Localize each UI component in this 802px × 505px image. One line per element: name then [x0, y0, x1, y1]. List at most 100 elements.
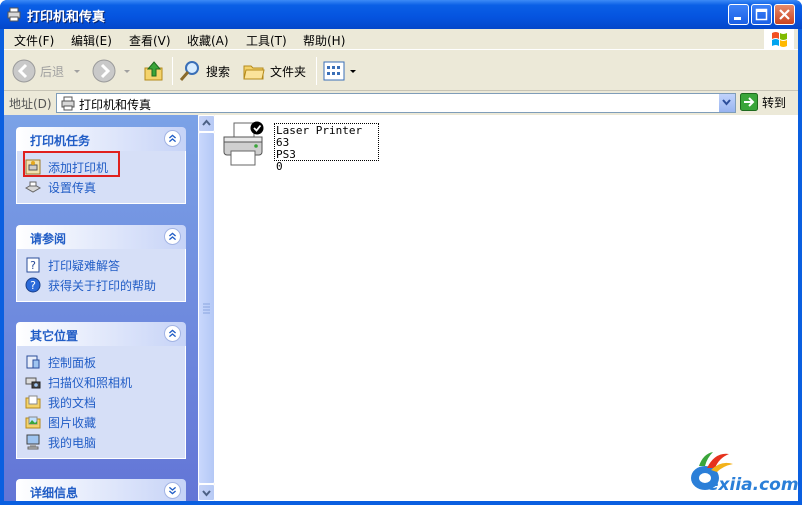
my-computer-icon [26, 434, 40, 450]
printer-fax-icon [61, 96, 75, 111]
toolbar: 后退 搜索 文件夹 [4, 51, 798, 91]
address-value: 打印机和传真 [79, 98, 152, 112]
maximize-button[interactable] [751, 4, 772, 25]
toolbar-separator [316, 57, 317, 85]
collapse-icon[interactable] [164, 130, 181, 147]
folders-button[interactable]: 文件夹 [242, 57, 306, 85]
menu-file[interactable]: 文件(F) [14, 32, 54, 49]
title-bar[interactable]: 打印机和传真 [0, 0, 802, 29]
task-setup-fax[interactable]: 设置传真 [25, 177, 185, 197]
task-add-printer-label: 添加打印机 [48, 160, 109, 175]
see-also-body: ? 打印疑难解答 ? 获得关于打印的帮助 [16, 249, 186, 302]
menu-edit[interactable]: 编辑(E) [71, 32, 112, 49]
search-label: 搜索 [206, 64, 231, 79]
windows-logo-icon [764, 29, 794, 50]
menu-help[interactable]: 帮助(H) [303, 32, 345, 49]
views-button[interactable] [322, 57, 358, 85]
collapse-icon[interactable] [164, 228, 181, 245]
place-my-pictures[interactable]: 图片收藏 [25, 412, 185, 432]
back-button[interactable]: 后退 [12, 57, 82, 85]
address-dropdown-button[interactable] [718, 94, 735, 112]
svg-text:?: ? [30, 279, 36, 292]
close-button[interactable] [774, 4, 795, 25]
other-places-panel: 其它位置 控制面板 扫描仪和照相机 我的文档 图片收藏 我的电脑 [16, 322, 186, 459]
scroll-up-button[interactable] [198, 115, 215, 132]
task-pane: 打印机任务 添加打印机 设置传真 请参阅 ? 打印疑难解答 ? 获得关于打印的帮… [4, 115, 198, 501]
up-folder-button[interactable] [142, 57, 166, 85]
printer-label-line1: Laser Printer 63 [276, 124, 363, 149]
minimize-icon [734, 17, 741, 20]
task-pane-scrollbar[interactable] [198, 115, 215, 501]
printer-icon [223, 121, 264, 166]
go-button[interactable]: 转到 [740, 93, 786, 111]
printer-item[interactable]: Laser Printer 63 PS3 0 [220, 119, 379, 173]
place-my-documents[interactable]: 我的文档 [25, 392, 185, 412]
expand-icon[interactable] [164, 482, 181, 499]
other-places-body: 控制面板 扫描仪和照相机 我的文档 图片收藏 我的电脑 [16, 346, 186, 459]
details-title: 详细信息 [30, 486, 79, 500]
see-also-title: 请参阅 [30, 232, 67, 246]
help-icon: ? [25, 277, 41, 293]
place-scanners-cameras[interactable]: 扫描仪和照相机 [25, 372, 185, 392]
other-places-header[interactable]: 其它位置 [16, 322, 186, 346]
chevron-down-icon [74, 70, 81, 73]
place-my-pictures-label: 图片收藏 [48, 415, 97, 430]
task-print-help-label: 获得关于打印的帮助 [48, 278, 157, 293]
task-troubleshoot-label: 打印疑难解答 [48, 258, 121, 273]
search-button[interactable]: 搜索 [178, 57, 230, 85]
fax-icon [25, 181, 41, 193]
scroll-down-button[interactable] [198, 484, 215, 501]
see-also-header[interactable]: 请参阅 [16, 225, 186, 249]
task-setup-fax-label: 设置传真 [48, 180, 97, 195]
menu-favorites[interactable]: 收藏(A) [187, 32, 229, 49]
printer-label[interactable]: Laser Printer 63 PS3 0 [274, 123, 379, 173]
address-bar: 地址(D) 打印机和传真 转到 [4, 92, 798, 114]
scroll-thumb[interactable] [198, 132, 215, 484]
printer-tasks-title: 打印机任务 [30, 134, 91, 148]
window-client: 文件(F) 编辑(E) 查看(V) 收藏(A) 工具(T) 帮助(H) 后退 搜… [4, 29, 799, 501]
maximize-icon [755, 8, 768, 21]
views-grid-icon [323, 61, 345, 81]
place-my-computer[interactable]: 我的电脑 [25, 432, 185, 452]
back-arrow-icon [12, 59, 36, 83]
back-label: 后退 [40, 64, 65, 79]
printer-tasks-body: 添加打印机 设置传真 [16, 151, 186, 204]
address-input[interactable]: 打印机和传真 [56, 93, 736, 113]
minimize-button[interactable] [728, 4, 749, 25]
toolbar-separator [172, 57, 173, 85]
add-printer-icon [25, 159, 41, 175]
details-panel: 详细信息 [16, 479, 186, 501]
file-view[interactable]: Laser Printer 63 PS3 0 exiia.com [215, 115, 799, 501]
scanner-camera-icon [25, 377, 41, 389]
details-header[interactable]: 详细信息 [16, 479, 186, 501]
collapse-icon[interactable] [164, 325, 181, 342]
task-add-printer[interactable]: 添加打印机 [25, 157, 185, 177]
forward-arrow-icon [92, 59, 116, 83]
printer-tasks-header[interactable]: 打印机任务 [16, 127, 186, 151]
my-pictures-icon [25, 416, 41, 429]
explorer-window: 打印机和传真 文件(F) 编辑(E) 查看(V) 收藏(A) 工具(T) 帮助(… [0, 0, 802, 505]
printer-label-line3: 0 [276, 160, 283, 173]
folders-label: 文件夹 [270, 64, 307, 79]
task-print-help[interactable]: ? 获得关于打印的帮助 [25, 275, 185, 295]
address-label: 地址(D) [9, 97, 52, 111]
menu-view[interactable]: 查看(V) [129, 32, 171, 49]
forward-button[interactable] [92, 57, 132, 85]
menu-tools[interactable]: 工具(T) [246, 32, 287, 49]
printer-tasks-panel: 打印机任务 添加打印机 设置传真 [16, 127, 186, 204]
window-title: 打印机和传真 [27, 10, 106, 25]
place-control-panel[interactable]: 控制面板 [25, 352, 185, 372]
go-arrow-icon [740, 93, 758, 111]
place-scanners-cameras-label: 扫描仪和照相机 [48, 375, 133, 390]
task-troubleshoot[interactable]: ? 打印疑难解答 [25, 255, 185, 275]
close-icon [779, 9, 790, 20]
control-panel-icon [26, 355, 40, 369]
folder-icon [243, 65, 265, 80]
svg-text:?: ? [30, 259, 36, 272]
place-my-computer-label: 我的电脑 [48, 435, 97, 450]
my-documents-icon [25, 395, 41, 409]
other-places-title: 其它位置 [30, 329, 79, 343]
chevron-down-icon [124, 70, 130, 73]
chevron-down-icon [350, 70, 356, 73]
see-also-panel: 请参阅 ? 打印疑难解答 ? 获得关于打印的帮助 [16, 225, 186, 302]
